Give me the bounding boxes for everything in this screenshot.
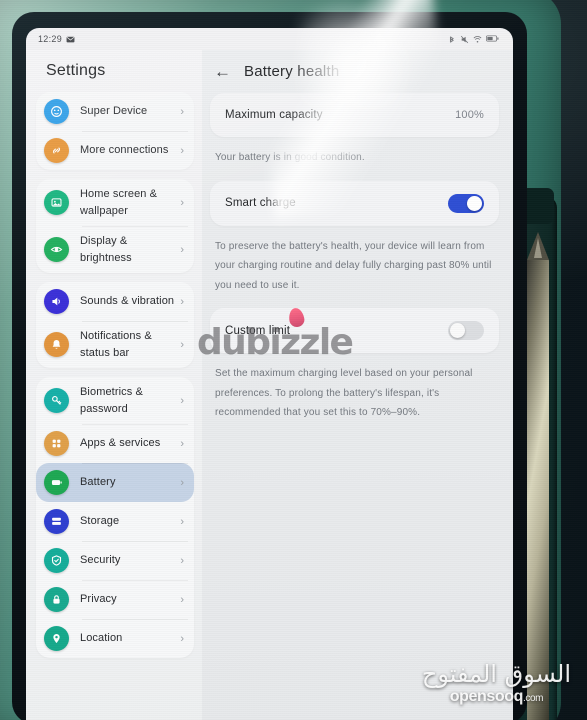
sidebar-item-privacy[interactable]: Privacy ›: [36, 580, 194, 619]
chevron-right-icon: ›: [180, 338, 184, 351]
capacity-condition-note: Your battery is in good condition.: [215, 152, 365, 163]
bell-icon: [44, 332, 69, 357]
sidebar-item-label: Privacy: [80, 593, 117, 606]
apps-icon: [44, 431, 69, 456]
stylus-tip-inner-icon: [534, 238, 542, 258]
key-icon: [44, 388, 69, 413]
chevron-right-icon: ›: [180, 437, 184, 450]
sidebar-item-label: Sounds & vibration: [80, 295, 175, 308]
sidebar-item-label: Location: [80, 632, 123, 645]
sidebar-item-more-connections[interactable]: More connections ›: [36, 131, 194, 170]
sidebar-item-security[interactable]: Security ›: [36, 541, 194, 580]
chevron-right-icon: ›: [180, 632, 184, 645]
mute-icon: [460, 35, 469, 44]
sidebar-item-label: Battery: [80, 476, 116, 489]
maximum-capacity-card: Maximum capacity 100%: [210, 93, 499, 137]
sidebar-item-home-screen-wallpaper[interactable]: Home screen & wallpaper ›: [36, 179, 194, 226]
smart-charge-toggle[interactable]: [448, 193, 484, 213]
super-device-icon: [44, 99, 69, 124]
sidebar-item-sounds-vibration[interactable]: Sounds & vibration ›: [36, 282, 194, 321]
page-title: Settings: [46, 62, 106, 79]
content-header: ← Battery health: [210, 50, 499, 93]
maximum-capacity-row[interactable]: Maximum capacity 100%: [210, 93, 499, 137]
smart-charge-row[interactable]: Smart charge: [210, 181, 499, 226]
privacy-icon: [44, 587, 69, 612]
sidebar-item-label: Home screen & wallpaper: [80, 188, 158, 217]
sidebar-item-apps-services[interactable]: Apps & services ›: [36, 424, 194, 463]
device-photo: 12:29 Settings Super Device › More conne…: [0, 0, 587, 720]
custom-limit-note: Set the maximum charging level based on …: [215, 368, 473, 418]
sidebar-item-label: Storage: [80, 515, 120, 528]
sidebar-group-display: Home screen & wallpaper › Display & brig…: [36, 179, 194, 273]
sidebar-item-notifications-status-bar[interactable]: Notifications & status bar ›: [36, 321, 194, 368]
status-bar: 12:29: [26, 28, 513, 50]
sidebar-item-label: Biometrics & password: [80, 386, 143, 415]
sidebar-item-label: Display & brightness: [80, 235, 132, 264]
sidebar-item-battery[interactable]: Battery ›: [36, 463, 194, 502]
back-arrow-icon[interactable]: ←: [214, 63, 231, 80]
custom-limit-toggle[interactable]: [448, 321, 484, 340]
sidebar-group-system: Biometrics & password › Apps & services …: [36, 377, 194, 658]
sidebar-item-label: Super Device: [80, 105, 148, 118]
wifi-icon: [473, 35, 482, 44]
location-icon: [44, 626, 69, 651]
battery-icon: [486, 35, 499, 44]
chevron-right-icon: ›: [180, 196, 184, 209]
chevron-right-icon: ›: [180, 243, 184, 256]
maximum-capacity-label: Maximum capacity: [225, 109, 323, 121]
content-title: Battery health: [244, 63, 340, 80]
settings-sidebar[interactable]: Settings Super Device › More connections…: [26, 50, 202, 720]
sound-icon: [44, 289, 69, 314]
chevron-right-icon: ›: [180, 105, 184, 118]
chevron-right-icon: ›: [180, 554, 184, 567]
sidebar-item-label: Notifications & status bar: [80, 330, 152, 359]
mail-icon: [66, 35, 75, 44]
more-connections-icon: [44, 138, 69, 163]
battery-icon: [44, 470, 69, 495]
battery-health-panel: ← Battery health Maximum capacity 100% Y…: [202, 50, 513, 720]
sidebar-item-label: More connections: [80, 144, 169, 157]
sidebar-item-storage[interactable]: Storage ›: [36, 502, 194, 541]
sidebar-item-label: Apps & services: [80, 437, 161, 450]
shield-icon: [44, 548, 69, 573]
tablet-screen: 12:29 Settings Super Device › More conne…: [26, 28, 513, 720]
sidebar-group-connectivity: Super Device › More connections ›: [36, 92, 194, 170]
chevron-right-icon: ›: [180, 144, 184, 157]
chevron-right-icon: ›: [180, 295, 184, 308]
sidebar-item-display-brightness[interactable]: Display & brightness ›: [36, 226, 194, 273]
sidebar-item-biometrics-password[interactable]: Biometrics & password ›: [36, 377, 194, 424]
storage-icon: [44, 509, 69, 534]
sidebar-item-label: Security: [80, 554, 121, 567]
custom-limit-label: Custom limit: [225, 324, 291, 337]
maximum-capacity-value: 100%: [455, 109, 484, 121]
chevron-right-icon: ›: [180, 515, 184, 528]
sidebar-item-location[interactable]: Location ›: [36, 619, 194, 658]
home-screen-icon: [44, 190, 69, 215]
smart-charge-label: Smart charge: [225, 197, 296, 209]
custom-limit-card: Custom limit: [210, 308, 499, 353]
smart-charge-note: To preserve the battery's health, your d…: [215, 240, 492, 291]
status-bar-time: 12:29: [38, 34, 63, 44]
chevron-right-icon: ›: [180, 593, 184, 606]
custom-limit-row[interactable]: Custom limit: [210, 308, 499, 353]
sidebar-item-super-device[interactable]: Super Device ›: [36, 92, 194, 131]
chevron-right-icon: ›: [180, 394, 184, 407]
smart-charge-card: Smart charge: [210, 180, 499, 226]
chevron-right-icon: ›: [180, 476, 184, 489]
display-brightness-icon: [44, 237, 69, 262]
bluetooth-icon: [447, 35, 456, 44]
stylus-pen: [527, 258, 549, 720]
sidebar-group-sounds: Sounds & vibration › Notifications & sta…: [36, 282, 194, 368]
